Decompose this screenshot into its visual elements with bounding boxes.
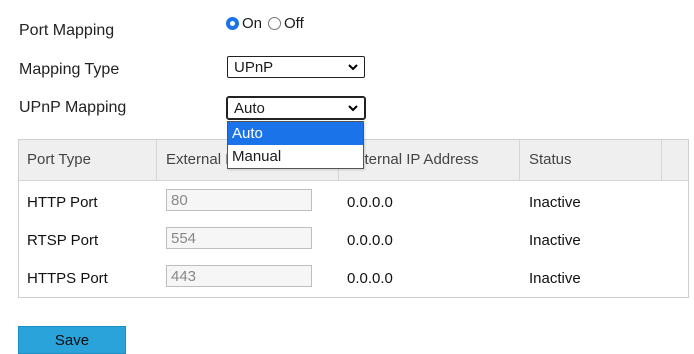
mapping-type-select[interactable]: UPnP xyxy=(227,56,365,78)
port-mapping-radio-group: On Off xyxy=(226,15,310,32)
column-divider xyxy=(156,140,157,181)
status-cell: Inactive xyxy=(529,194,581,211)
column-divider xyxy=(661,140,662,181)
external-port-input[interactable]: 80 xyxy=(166,189,312,211)
radio-on[interactable] xyxy=(226,17,239,30)
table-row: RTSP Port 554 0.0.0.0 Inactive xyxy=(19,221,688,259)
port-mapping-panel: Port Mapping On Off Mapping Type UPnP UP… xyxy=(0,0,694,354)
port-type-cell: HTTP Port xyxy=(27,194,98,211)
external-port-input[interactable]: 443 xyxy=(166,265,312,287)
upnp-mapping-select[interactable]: Auto xyxy=(226,96,366,120)
port-type-cell: HTTPS Port xyxy=(27,270,108,287)
upnp-mapping-value: Auto xyxy=(234,99,265,117)
external-ip-cell: 0.0.0.0 xyxy=(347,232,393,249)
save-button[interactable]: Save xyxy=(18,326,126,354)
radio-on-label[interactable]: On xyxy=(242,15,262,32)
port-mapping-label: Port Mapping xyxy=(19,22,115,39)
external-ip-cell: 0.0.0.0 xyxy=(347,194,393,211)
column-divider xyxy=(519,140,520,181)
status-cell: Inactive xyxy=(529,270,581,287)
dropdown-option-manual[interactable]: Manual xyxy=(228,145,363,168)
header-status: Status xyxy=(529,151,572,168)
mapping-type-label: Mapping Type xyxy=(19,61,120,78)
header-external-ip: External IP Address xyxy=(347,151,479,168)
radio-off[interactable] xyxy=(268,17,282,30)
port-type-cell: RTSP Port xyxy=(27,232,99,249)
chevron-down-icon xyxy=(348,64,358,71)
header-port-type: Port Type xyxy=(27,151,91,168)
chevron-down-icon xyxy=(348,105,358,112)
radio-off-label[interactable]: Off xyxy=(284,15,304,32)
upnp-mapping-dropdown-list: Auto Manual xyxy=(227,121,364,169)
table-row: HTTPS Port 443 0.0.0.0 Inactive xyxy=(19,259,688,297)
table-row: HTTP Port 80 0.0.0.0 Inactive xyxy=(19,183,688,221)
dropdown-option-auto[interactable]: Auto xyxy=(228,122,363,145)
status-cell: Inactive xyxy=(529,232,581,249)
external-ip-cell: 0.0.0.0 xyxy=(347,270,393,287)
external-port-input[interactable]: 554 xyxy=(166,227,312,249)
upnp-mapping-label: UPnP Mapping xyxy=(19,99,127,116)
mapping-type-value: UPnP xyxy=(234,58,274,76)
